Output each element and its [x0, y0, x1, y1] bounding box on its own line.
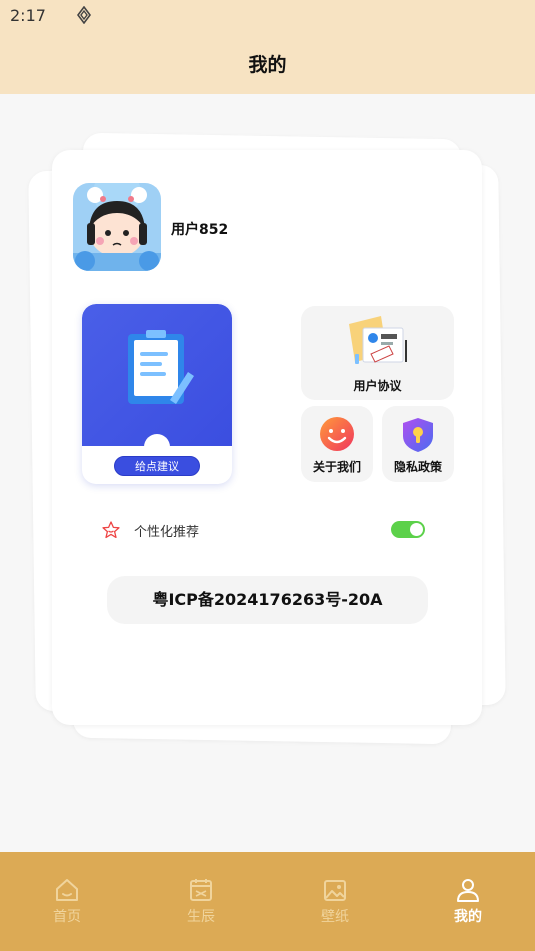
- tab-mine[interactable]: 我的: [438, 876, 498, 928]
- status-bar: 2:17: [0, 0, 535, 32]
- star-outline-icon: [102, 521, 120, 539]
- cartoon-girl-avatar-icon: [73, 183, 161, 271]
- clipboard-pen-icon: [128, 330, 194, 404]
- tab-mine-label: 我的: [454, 909, 482, 925]
- tab-birthdate-label: 生辰: [187, 909, 215, 925]
- smile-face-icon: [320, 417, 354, 451]
- tab-home[interactable]: 首页: [37, 876, 97, 928]
- user-icon: [457, 879, 479, 902]
- tab-birthdate[interactable]: 生辰: [171, 876, 231, 928]
- username: 用户852: [171, 222, 229, 238]
- document-stack-icon: [349, 316, 407, 364]
- home-icon: [56, 879, 78, 901]
- feedback-card[interactable]: 给点建议: [82, 304, 232, 484]
- calendar-icon: [190, 879, 212, 901]
- privacy-policy-label: 隐私政策: [393, 460, 442, 474]
- privacy-policy-tile[interactable]: 隐私政策: [382, 406, 454, 482]
- user-agreement-label: 用户协议: [353, 379, 402, 393]
- personalized-recommend-toggle[interactable]: [391, 521, 425, 538]
- tab-wallpaper[interactable]: 壁纸: [305, 876, 365, 928]
- tab-wallpaper-label: 壁纸: [321, 909, 349, 925]
- nav-diamond-icon: [77, 6, 91, 24]
- feedback-button[interactable]: 给点建议: [114, 456, 200, 476]
- about-us-label: 关于我们: [312, 460, 361, 474]
- about-us-tile[interactable]: 关于我们: [301, 406, 373, 482]
- image-icon: [324, 880, 346, 901]
- avatar[interactable]: [73, 183, 161, 271]
- user-agreement-tile[interactable]: 用户协议: [301, 306, 454, 400]
- tab-home-label: 首页: [53, 909, 81, 925]
- header: 我的: [0, 32, 535, 94]
- status-time: 2:17: [10, 6, 46, 25]
- bottom-tab-bar: 首页 生辰 壁纸 我的: [0, 852, 535, 951]
- shield-lock-icon: [403, 418, 433, 452]
- page-title: 我的: [248, 54, 287, 76]
- toggle-knob: [410, 523, 423, 536]
- personalized-recommend-label: 个性化推荐: [134, 525, 200, 540]
- icp-filing-number[interactable]: 粤ICP备2024176263号-20A: [107, 576, 428, 624]
